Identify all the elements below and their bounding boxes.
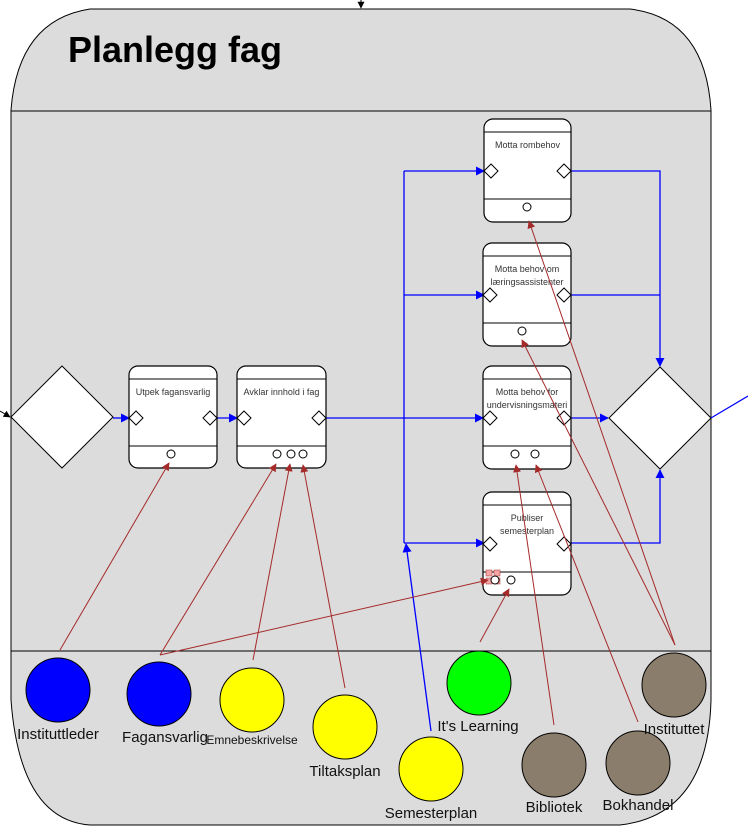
resource-port-icon[interactable] — [298, 449, 308, 459]
resource-port-icon[interactable] — [522, 202, 532, 212]
actor-circle-icon[interactable] — [25, 657, 91, 723]
actor-circle-icon[interactable] — [219, 667, 285, 733]
selection-handle[interactable] — [485, 569, 493, 577]
actor-bokhandel[interactable]: Bokhandel — [603, 730, 674, 814]
selection-handle[interactable] — [493, 569, 501, 577]
actor-circle-icon[interactable] — [126, 661, 192, 727]
task-rom[interactable]: Motta rombehov — [483, 118, 572, 223]
actor-label: Fagansvarlig — [122, 729, 208, 746]
actor-tiltaksplan[interactable]: Tiltaksplan — [309, 694, 381, 780]
task-label: undervisningsmateri — [487, 400, 568, 410]
actor-circle-icon[interactable] — [398, 736, 464, 802]
resource-port-icon[interactable] — [517, 326, 527, 336]
task-label: læringsassistenter — [490, 277, 563, 287]
actor-circle-icon[interactable] — [446, 650, 512, 716]
process-diagram: Planlegg fag Utpek fagansvarlig Avklar in… — [0, 0, 748, 826]
actor-label: Instituttet — [644, 721, 706, 738]
actor-circle-icon[interactable] — [605, 730, 671, 796]
actor-circle-icon[interactable] — [521, 732, 587, 798]
actor-label: Emnebeskrivelse — [206, 733, 298, 747]
actor-label: It's Learning — [437, 718, 518, 735]
task-label: Motta behov om — [495, 264, 560, 274]
process-title: Planlegg fag — [68, 29, 282, 70]
task-materiell[interactable]: Motta behov for undervisningsmateri — [482, 365, 572, 470]
resource-port-icon[interactable] — [166, 449, 176, 459]
resource-port-icon[interactable] — [272, 449, 282, 459]
actor-label: Tiltaksplan — [309, 763, 380, 780]
task-lass[interactable]: Motta behov om læringsassistenter — [482, 242, 572, 347]
resource-port-icon[interactable] — [510, 449, 520, 459]
actor-label: Instituttleder — [17, 726, 99, 743]
task-label: Motta rombehov — [495, 140, 561, 150]
task-label: Publiser — [511, 513, 544, 523]
task-utpek[interactable]: Utpek fagansvarlig — [128, 365, 218, 469]
task-label: Utpek fagansvarlig — [136, 387, 211, 397]
task-label: Motta behov for — [496, 387, 559, 397]
actor-bibliotek[interactable]: Bibliotek — [521, 732, 587, 816]
actor-label: Bibliotek — [526, 799, 583, 816]
resource-port-icon[interactable] — [286, 449, 296, 459]
task-avklar[interactable]: Avklar innhold i fag — [236, 365, 327, 469]
flow-end-outgoing[interactable] — [710, 395, 748, 419]
task-label: semesterplan — [500, 526, 554, 536]
actor-label: Bokhandel — [603, 797, 674, 814]
resource-port-icon[interactable] — [530, 449, 540, 459]
incoming-connector-left — [0, 410, 11, 418]
actor-circle-icon[interactable] — [641, 652, 707, 718]
resource-port-icon[interactable] — [490, 575, 500, 585]
actor-instituttet[interactable]: Instituttet — [641, 652, 707, 738]
task-label: Avklar innhold i fag — [244, 387, 320, 397]
actor-circle-icon[interactable] — [312, 694, 378, 760]
resource-port-icon[interactable] — [506, 575, 516, 585]
actor-label: Semesterplan — [385, 805, 478, 822]
